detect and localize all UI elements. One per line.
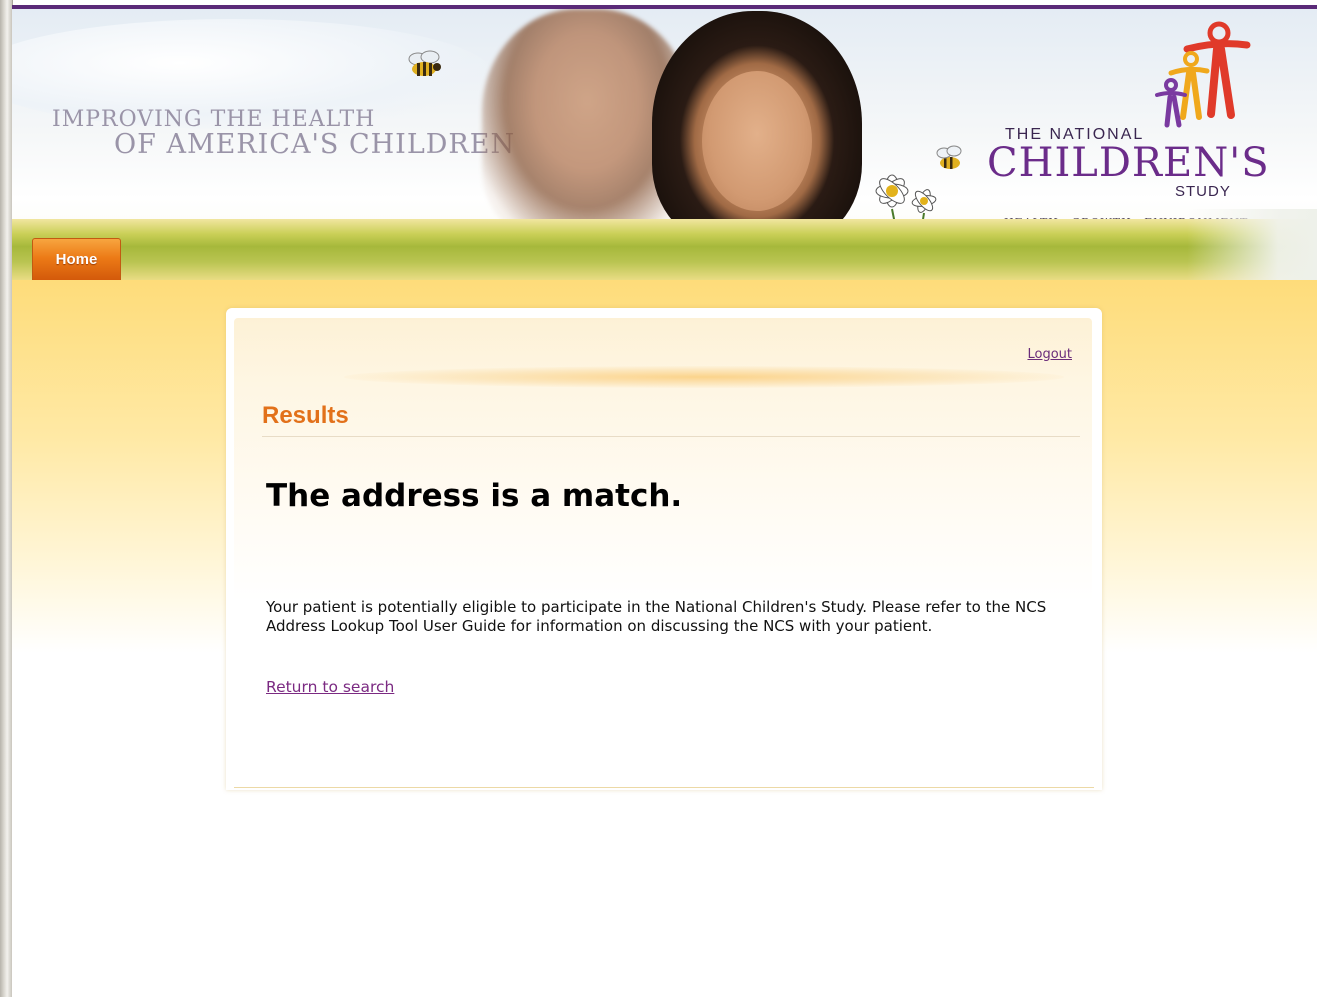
site-header: IMPROVING THE HEALTH OF AMERICA'S CHILDR… bbox=[12, 9, 1317, 280]
logo-childrens: CHILDREN'S bbox=[987, 140, 1270, 186]
grass-band bbox=[12, 219, 1317, 280]
bee-icon bbox=[404, 47, 448, 88]
panel-glow bbox=[344, 366, 1064, 388]
girl-face bbox=[702, 71, 812, 211]
girl-photo bbox=[652, 11, 862, 246]
results-panel: Logout Results The address is a match. Y… bbox=[226, 308, 1102, 790]
match-heading: The address is a match. bbox=[266, 478, 683, 514]
tagline-line-2: OF AMERICA'S CHILDREN bbox=[114, 129, 516, 160]
return-to-search-link[interactable]: Return to search bbox=[266, 678, 394, 696]
logout-link[interactable]: Logout bbox=[1027, 347, 1072, 362]
family-figures-logo bbox=[1127, 19, 1251, 139]
home-tab[interactable]: Home bbox=[32, 238, 121, 280]
panel-bottom-rule bbox=[234, 787, 1094, 788]
title-divider bbox=[262, 436, 1080, 437]
page: IMPROVING THE HEALTH OF AMERICA'S CHILDR… bbox=[0, 0, 1317, 997]
grass-fade bbox=[1187, 209, 1317, 280]
eligibility-info-text: Your patient is potentially eligible to … bbox=[266, 598, 1047, 635]
results-panel-inner: Logout Results The address is a match. Y… bbox=[234, 318, 1092, 790]
results-title: Results bbox=[262, 402, 349, 429]
ncs-logo: THE NATIONAL CHILDREN'S STUDY HEALTH GRO… bbox=[977, 19, 1297, 239]
header-tagline: IMPROVING THE HEALTH OF AMERICA'S CHILDR… bbox=[52, 107, 516, 160]
logo-study: STUDY bbox=[1175, 183, 1231, 200]
tagline-line-1: IMPROVING THE HEALTH bbox=[52, 107, 376, 132]
